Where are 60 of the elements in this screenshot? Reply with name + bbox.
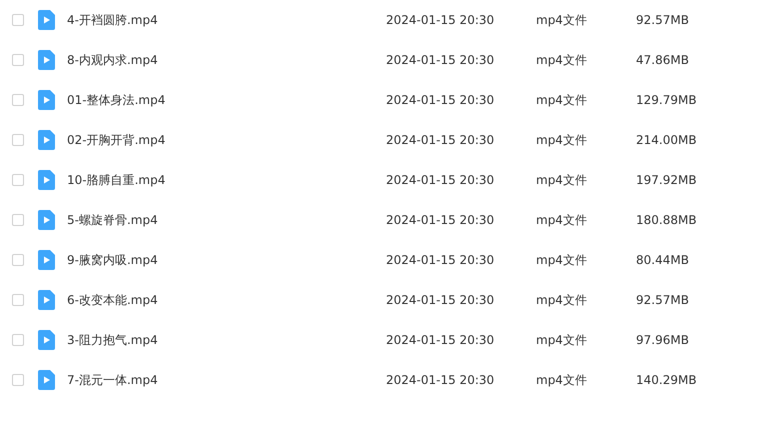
- file-size: 197.92MB: [636, 173, 697, 187]
- checkbox[interactable]: [12, 334, 24, 346]
- checkbox[interactable]: [12, 374, 24, 386]
- file-size: 92.57MB: [636, 293, 689, 307]
- file-type: mp4文件: [536, 12, 588, 28]
- file-type: mp4文件: [536, 132, 588, 148]
- file-type: mp4文件: [536, 212, 588, 228]
- modified-date: 2024-01-15 20:30: [386, 93, 496, 107]
- video-file-icon: [38, 250, 55, 270]
- modified-date: 2024-01-15 20:30: [386, 53, 496, 67]
- file-size: 140.29MB: [636, 373, 697, 387]
- checkbox[interactable]: [12, 14, 24, 26]
- file-type: mp4文件: [536, 92, 588, 108]
- modified-date: 2024-01-15 20:30: [386, 293, 496, 307]
- video-file-icon: [38, 50, 55, 70]
- file-size: 129.79MB: [636, 93, 697, 107]
- file-type: mp4文件: [536, 332, 588, 348]
- file-size: 214.00MB: [636, 133, 697, 147]
- file-name[interactable]: 4-开裆圆胯.mp4: [67, 12, 386, 28]
- video-file-icon: [38, 330, 55, 350]
- video-file-icon: [38, 210, 55, 230]
- file-type: mp4文件: [536, 52, 588, 68]
- video-file-icon: [38, 370, 55, 390]
- file-type: mp4文件: [536, 172, 588, 188]
- file-type: mp4文件: [536, 292, 588, 308]
- video-file-icon: [38, 290, 55, 310]
- checkbox[interactable]: [12, 54, 24, 66]
- file-size: 80.44MB: [636, 253, 689, 267]
- checkbox[interactable]: [12, 294, 24, 306]
- file-size: 97.96MB: [636, 333, 689, 347]
- checkbox[interactable]: [12, 254, 24, 266]
- file-size: 180.88MB: [636, 213, 697, 227]
- modified-date: 2024-01-15 20:30: [386, 133, 496, 147]
- modified-date: 2024-01-15 20:30: [386, 13, 496, 27]
- file-size: 92.57MB: [636, 13, 689, 27]
- modified-date: 2024-01-15 20:30: [386, 173, 496, 187]
- file-type: mp4文件: [536, 372, 588, 388]
- checkbox[interactable]: [12, 214, 24, 226]
- video-file-icon: [38, 10, 55, 30]
- file-name[interactable]: 6-改变本能.mp4: [67, 292, 386, 308]
- file-name[interactable]: 10-胳膊自重.mp4: [67, 172, 386, 188]
- modified-date: 2024-01-15 20:30: [386, 373, 496, 387]
- file-name[interactable]: 8-内观内求.mp4: [67, 52, 386, 68]
- video-file-icon: [38, 130, 55, 150]
- checkbox[interactable]: [12, 174, 24, 186]
- modified-date: 2024-01-15 20:30: [386, 253, 496, 267]
- file-name[interactable]: 3-阻力抱气.mp4: [67, 332, 386, 348]
- file-name[interactable]: 7-混元一体.mp4: [67, 372, 386, 388]
- file-name[interactable]: 5-螺旋脊骨.mp4: [67, 212, 386, 228]
- file-name[interactable]: 01-整体身法.mp4: [67, 92, 386, 108]
- checkbox[interactable]: [12, 134, 24, 146]
- file-name[interactable]: 9-腋窝内吸.mp4: [67, 252, 386, 268]
- file-size: 47.86MB: [636, 53, 689, 67]
- modified-date: 2024-01-15 20:30: [386, 333, 496, 347]
- checkbox[interactable]: [12, 94, 24, 106]
- video-file-icon: [38, 90, 55, 110]
- video-file-icon: [38, 170, 55, 190]
- file-type: mp4文件: [536, 252, 588, 268]
- file-name[interactable]: 02-开胸开背.mp4: [67, 132, 386, 148]
- modified-date: 2024-01-15 20:30: [386, 213, 496, 227]
